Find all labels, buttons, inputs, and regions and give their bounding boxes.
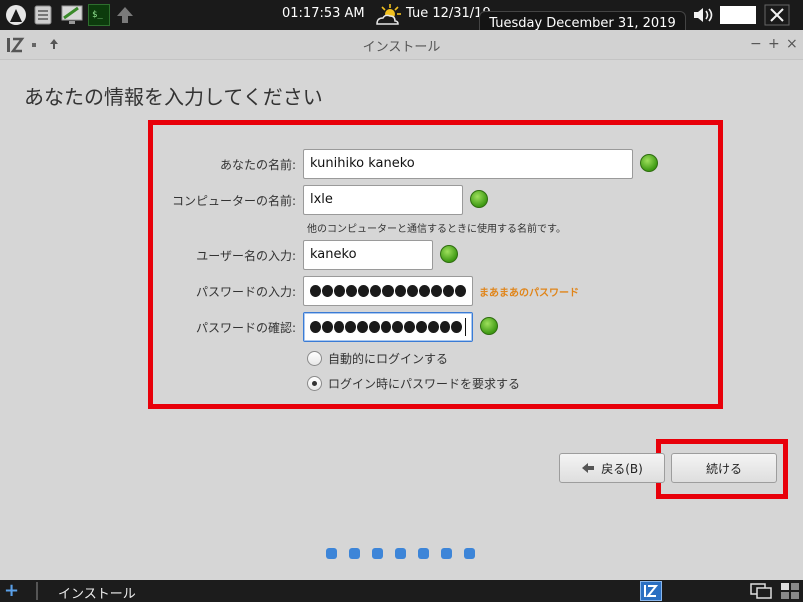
password-dot [439, 321, 451, 333]
continue-button-label: 続ける [705, 461, 742, 476]
terminal-icon[interactable]: $_ [88, 4, 110, 26]
password-dot [310, 321, 321, 333]
password-dot [368, 321, 380, 333]
weather-partly-cloudy-icon[interactable] [374, 3, 402, 27]
password-dot [322, 285, 334, 297]
username-label: ユーザー名の入力: [196, 249, 296, 263]
require-password-option[interactable]: ログイン時にパスワードを要求する [307, 374, 520, 392]
close-icon[interactable] [764, 4, 790, 26]
progress-step [349, 548, 360, 559]
progress-step [372, 548, 383, 559]
password-dot [334, 285, 346, 297]
password-dot [427, 321, 439, 333]
maximize-button[interactable]: + [768, 36, 780, 52]
terminal-prompt: $_ [92, 10, 103, 20]
back-arrow-icon [582, 463, 595, 473]
minimize-button[interactable]: − [750, 36, 762, 52]
password-label: パスワードの入力: [195, 285, 296, 299]
password-dot [346, 285, 358, 297]
password-dot [392, 321, 404, 333]
password-dot [430, 285, 442, 297]
password-dot [406, 285, 418, 297]
require-password-label: ログイン時にパスワードを要求する [328, 376, 521, 391]
password-dot [416, 321, 427, 333]
taskbar-separator [36, 582, 38, 600]
name-input[interactable]: kunihiko kaneko [303, 149, 633, 179]
progress-step [418, 548, 429, 559]
password-dot [454, 285, 467, 297]
top-panel: $_ 01:17:53 AM Tue 12/31/19 Tuesday Dece… [0, 0, 803, 37]
confirm-password-dots [310, 313, 467, 341]
password-dot [380, 321, 392, 333]
progress-step [464, 548, 475, 559]
password-input[interactable] [303, 276, 473, 306]
password-dot [418, 285, 430, 297]
confirm-password-label: パスワードの確認: [195, 321, 296, 335]
require-password-radio[interactable] [307, 375, 322, 391]
username-ok-icon [440, 245, 458, 263]
username-input[interactable]: kaneko [303, 240, 433, 270]
password-strength-label: まあまあのパスワード [479, 288, 579, 299]
password-dot [370, 285, 382, 297]
taskbar-window-installer[interactable]: インストール [58, 583, 136, 602]
back-button[interactable]: 戻る(B) [559, 453, 665, 483]
add-launcher-icon[interactable]: + [4, 581, 19, 601]
continue-button[interactable]: 続ける [671, 453, 777, 483]
monitor-icon[interactable] [60, 4, 84, 26]
password-dot [358, 285, 370, 297]
installer-logo-icon [644, 585, 659, 597]
installer-tray-icon[interactable] [640, 581, 662, 601]
auto-login-radio[interactable] [307, 350, 322, 366]
password-dot [442, 285, 454, 297]
password-dot [345, 321, 357, 333]
password-dot [310, 285, 322, 297]
password-dot [404, 321, 416, 333]
computer-name-hint: 他のコンピューターと通信するときに使用する名前です。 [307, 224, 566, 235]
clock[interactable]: 01:17:53 AM [282, 6, 365, 21]
computer-name-label: コンピューターの名前: [171, 194, 296, 208]
confirm-password-input[interactable] [303, 312, 473, 342]
taskbar: + インストール [0, 580, 803, 602]
progress-step [395, 548, 406, 559]
confirm-password-ok-icon [480, 317, 498, 335]
name-label: あなたの名前: [219, 158, 296, 172]
password-dot [333, 321, 345, 333]
password-dots [310, 277, 467, 305]
computer-name-ok-icon [470, 190, 488, 208]
volume-icon[interactable] [692, 6, 716, 24]
page-title: あなたの情報を入力してください [24, 85, 323, 109]
show-desktop-icon[interactable] [750, 582, 772, 600]
back-button-label: 戻る(B) [601, 461, 643, 476]
auto-login-option[interactable]: 自動的にログインする [307, 349, 448, 367]
lxle-logo-icon[interactable] [4, 4, 28, 26]
password-dot [357, 321, 368, 333]
window-titlebar[interactable]: インストール − + × [0, 30, 803, 60]
text-caret [465, 318, 467, 336]
password-dot [321, 321, 333, 333]
file-manager-icon[interactable] [32, 4, 54, 26]
keyboard-layout-indicator[interactable] [720, 6, 756, 24]
password-dot [451, 321, 463, 333]
progress-step [441, 548, 452, 559]
auto-login-label: 自動的にログインする [328, 351, 449, 366]
password-dot [394, 285, 406, 297]
workspace-switcher-icon[interactable] [780, 582, 800, 600]
progress-step [326, 548, 337, 559]
window-close-button[interactable]: × [786, 36, 798, 52]
update-arrow-icon[interactable] [114, 4, 136, 26]
name-ok-icon [640, 154, 658, 172]
progress-indicator [326, 548, 475, 559]
window-title: インストール [362, 40, 441, 55]
computer-name-input[interactable]: lxle [303, 185, 463, 215]
password-dot [382, 285, 394, 297]
